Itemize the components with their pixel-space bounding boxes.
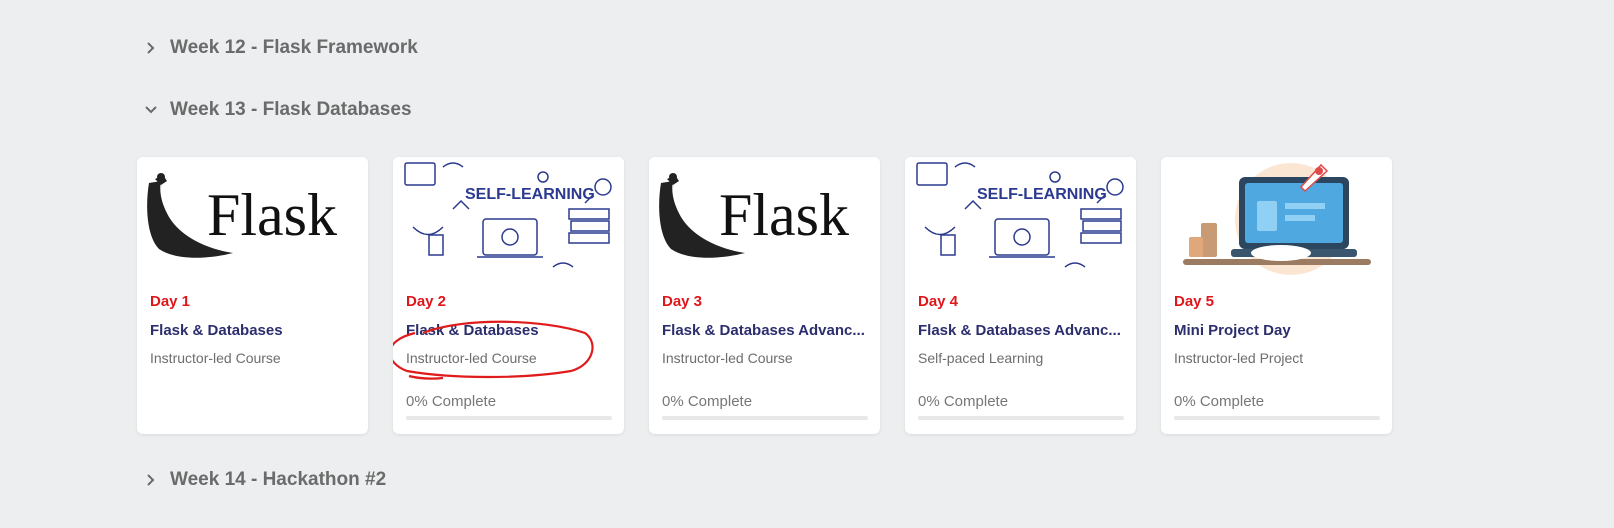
self-learning-thumbnail: SELF-LEARNING — [905, 157, 1136, 277]
progress-label: 0% Complete — [662, 393, 753, 410]
progress-bar — [1174, 416, 1380, 420]
day-label: Day 4 — [918, 293, 959, 310]
progress-label: 0% Complete — [406, 393, 497, 410]
day-label: Day 3 — [662, 293, 703, 310]
rocket-laptop-thumbnail — [1161, 157, 1392, 277]
week-12-label: Week 12 - Flask Framework — [170, 37, 418, 58]
week-13-header[interactable]: Week 13 - Flask Databases — [140, 99, 412, 121]
course-type: Self-paced Learning — [918, 350, 1044, 366]
progress-label: 0% Complete — [1174, 393, 1265, 410]
svg-text:Flask: Flask — [207, 182, 337, 248]
course-title[interactable]: Flask & Databases — [406, 322, 614, 339]
flask-logo-thumbnail: Flask — [649, 157, 880, 277]
course-type: Instructor-led Course — [406, 350, 537, 366]
svg-text:SELF-LEARNING: SELF-LEARNING — [465, 186, 595, 203]
chevron-down-icon — [140, 99, 162, 121]
course-card[interactable]: Flask Day 3 Flask & Databases Advanc... … — [649, 157, 880, 434]
progress-label: 0% Complete — [918, 393, 1009, 410]
day-label: Day 5 — [1174, 293, 1215, 310]
course-card[interactable]: SELF-LEARNING Day 2 Flask & Databases In… — [393, 157, 624, 434]
day-label: Day 1 — [150, 293, 191, 310]
course-title[interactable]: Flask & Databases — [150, 322, 358, 339]
week-13-label: Week 13 - Flask Databases — [170, 99, 412, 120]
course-type: Instructor-led Course — [150, 350, 281, 366]
svg-text:SELF-LEARNING: SELF-LEARNING — [977, 186, 1107, 203]
svg-text:Flask: Flask — [719, 182, 849, 248]
course-card-list: Flask Day 1 Flask & Databases Instructor… — [137, 157, 1392, 434]
chevron-right-icon — [140, 37, 162, 59]
course-title[interactable]: Flask & Databases Advanc... — [918, 322, 1126, 339]
course-title[interactable]: Flask & Databases Advanc... — [662, 322, 870, 339]
course-card[interactable]: Flask Day 1 Flask & Databases Instructor… — [137, 157, 368, 434]
chevron-right-icon — [140, 469, 162, 491]
day-label: Day 2 — [406, 293, 447, 310]
flask-logo-thumbnail: Flask — [137, 157, 368, 277]
self-learning-thumbnail: SELF-LEARNING — [393, 157, 624, 277]
course-type: Instructor-led Course — [662, 350, 793, 366]
course-title[interactable]: Mini Project Day — [1174, 322, 1382, 339]
course-card[interactable]: Day 5 Mini Project Day Instructor-led Pr… — [1161, 157, 1392, 434]
progress-bar — [918, 416, 1124, 420]
progress-bar — [662, 416, 868, 420]
week-14-label: Week 14 - Hackathon #2 — [170, 469, 387, 490]
week-14-header[interactable]: Week 14 - Hackathon #2 — [140, 469, 386, 491]
progress-bar — [406, 416, 612, 420]
week-12-header[interactable]: Week 12 - Flask Framework — [140, 37, 418, 59]
course-card[interactable]: SELF-LEARNING Day 4 Flask & Databases Ad… — [905, 157, 1136, 434]
course-type: Instructor-led Project — [1174, 350, 1304, 366]
